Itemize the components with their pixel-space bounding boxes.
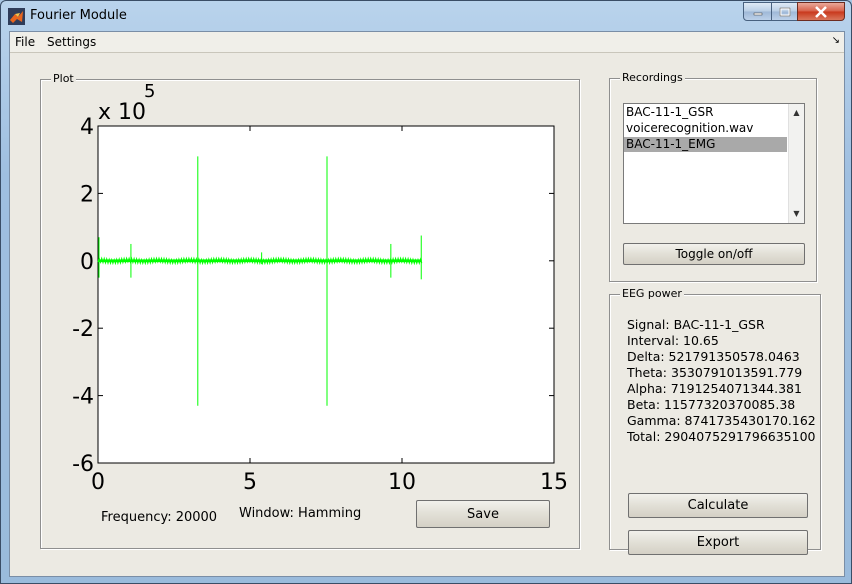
menu-file[interactable]: File (15, 35, 35, 49)
menu-settings[interactable]: Settings (47, 35, 96, 49)
y-tick-label: 4 (80, 115, 94, 140)
y-tick-label: 2 (80, 182, 94, 207)
matlab-icon (8, 8, 25, 25)
minimize-button[interactable] (743, 2, 772, 21)
x-tick-label: 10 (388, 470, 416, 495)
scroll-down-icon[interactable]: ▼ (789, 207, 804, 221)
plot-area (97, 125, 555, 464)
y-tick-label: -6 (72, 452, 94, 477)
recordings-panel: Recordings BAC-11-1_GSR voicerecognition… (609, 71, 817, 282)
eeg-interval-line: Interval: 10.65 (627, 333, 719, 348)
recordings-listbox[interactable]: BAC-11-1_GSR voicerecognition.wav BAC-11… (623, 103, 805, 224)
x-tick-label: 15 (540, 470, 568, 495)
eeg-results: Signal: BAC-11-1_GSR Interval: 10.65 Del… (627, 317, 816, 445)
listbox-scrollbar[interactable]: ▲ ▼ (788, 104, 804, 223)
y-exponent-label: x 10 (98, 100, 146, 125)
maximize-button[interactable] (771, 2, 798, 21)
y-tick-label: -2 (72, 317, 94, 342)
menu-bar: File Settings ↘ (10, 32, 844, 53)
recordings-panel-title: Recordings (620, 71, 685, 85)
y-tick-label: 0 (80, 250, 94, 275)
list-item-selected[interactable]: BAC-11-1_EMG (624, 137, 787, 152)
eeg-beta-line: Beta: 11577320370085.38 (627, 397, 796, 412)
y-exponent-power: 5 (144, 81, 155, 102)
close-button[interactable] (797, 2, 845, 21)
eeg-power-panel: EEG power Signal: BAC-11-1_GSR Interval:… (609, 287, 821, 555)
window-title: Fourier Module (30, 8, 127, 23)
save-button[interactable]: Save (416, 500, 550, 528)
eeg-alpha-line: Alpha: 7191254071344.381 (627, 381, 802, 396)
calculate-button[interactable]: Calculate (628, 493, 808, 518)
client-area: File Settings ↘ Plot 0 5 10 15 4 2 0 -2 -4 -6 x 10… (9, 31, 845, 577)
eeg-signal-line: Signal: BAC-11-1_GSR (627, 317, 765, 332)
window-label: Window: Hamming (239, 506, 362, 521)
eeg-panel-title: EEG power (620, 287, 684, 301)
plot-axes: 0 5 10 15420-2-4-6x 105 (72, 81, 568, 495)
toggle-button[interactable]: Toggle on/off (623, 243, 805, 265)
toolbar-toggle-icon[interactable]: ↘ (832, 35, 840, 46)
list-item[interactable]: BAC-11-1_GSR (624, 105, 787, 120)
close-icon (815, 5, 827, 18)
y-tick-label: -4 (72, 385, 94, 410)
eeg-delta-line: Delta: 521791350578.0463 (627, 349, 800, 364)
maximize-icon (779, 7, 790, 16)
eeg-theta-line: Theta: 3530791013591.779 (627, 365, 803, 380)
list-item[interactable]: voicerecognition.wav (624, 121, 787, 136)
eeg-gamma-line: Gamma: 8741735430170.162 (627, 413, 816, 428)
plot-panel: Plot 0 5 10 15 4 2 0 -2 -4 -6 x 10 5 Frequency: 200… (40, 72, 580, 549)
export-button[interactable]: Export (628, 530, 808, 555)
eeg-total-line: Total: 29040752917966351​00 (627, 429, 816, 444)
application-window: Fourier Module File Settings ↘ Plot 0 5 10… (0, 0, 852, 584)
x-tick-label: 5 (243, 470, 257, 495)
title-bar[interactable]: Fourier Module (1, 1, 851, 31)
minimize-icon (753, 12, 762, 15)
scroll-up-icon[interactable]: ▲ (789, 106, 804, 120)
frequency-label: Frequency: 20000 (101, 510, 218, 525)
signal-band (98, 259, 422, 263)
